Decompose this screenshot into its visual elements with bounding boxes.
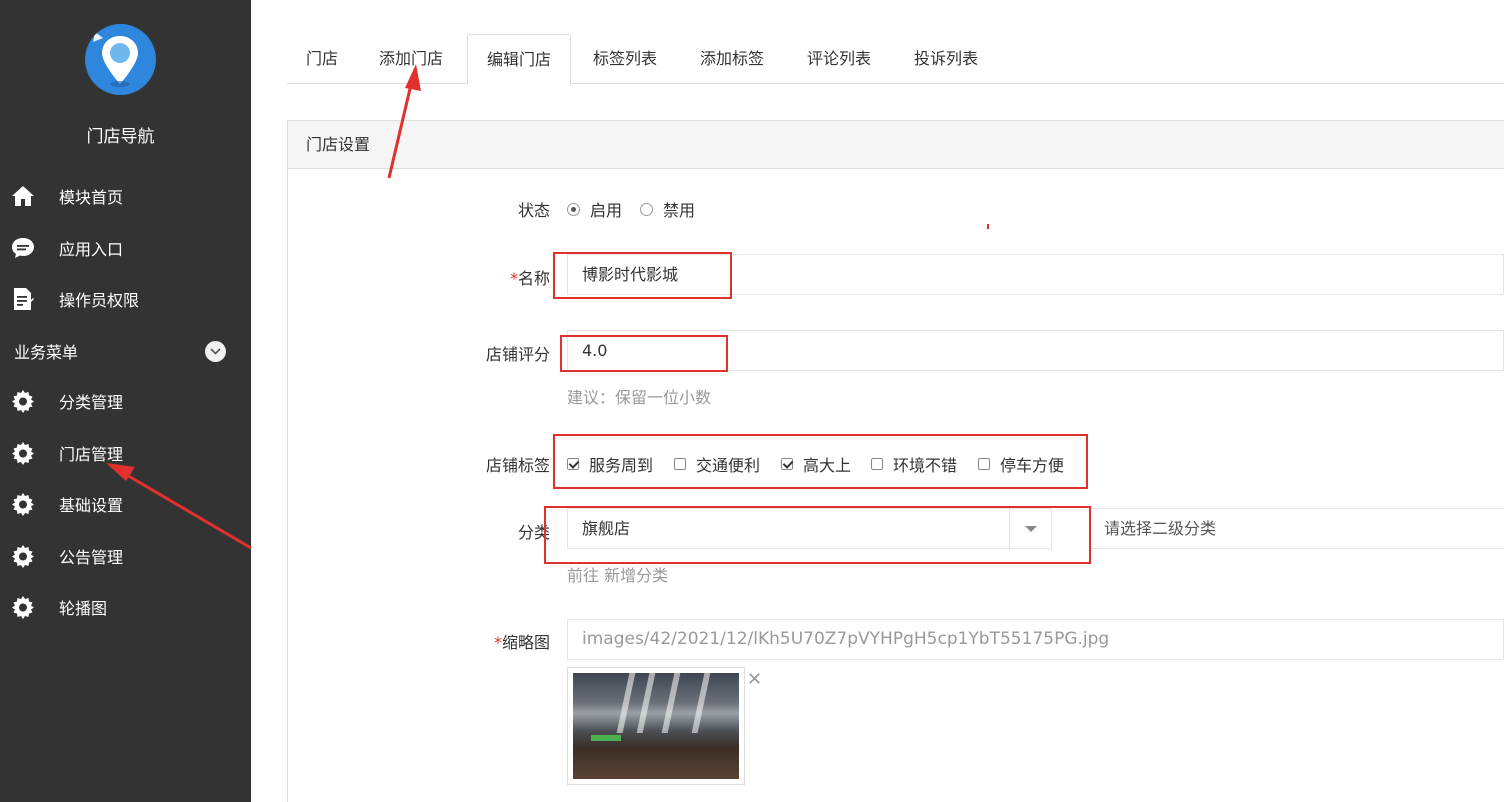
tab-complaint-list[interactable]: 投诉列表 (895, 34, 997, 84)
name-label: *名称 (509, 269, 550, 288)
tab-bar: 门店 添加门店 编辑门店 标签列表 添加标签 评论列表 投诉列表 (287, 34, 1504, 85)
business-menu-label: 业务菜单 (14, 343, 79, 362)
checkbox-label: 服务周到 (589, 456, 654, 475)
sidebar-item-app-entry[interactable]: 应用入口 (0, 228, 251, 268)
sidebar-item-module-home[interactable]: 模块首页 (0, 176, 251, 216)
add-category-link[interactable]: 新增分类 (604, 566, 668, 585)
tag-checkbox-upscale[interactable]: 高大上 (781, 452, 851, 476)
status-label: 状态 (517, 201, 550, 220)
thumbnail-label: *缩略图 (493, 633, 550, 652)
document-icon (10, 286, 36, 312)
checkbox-box (674, 458, 686, 470)
checkbox-box (567, 458, 579, 470)
radio-dot (640, 202, 653, 216)
dropdown-caret-icon (1009, 509, 1051, 548)
sidebar-item-label: 操作员权限 (59, 291, 140, 310)
subcategory-placeholder: 请选择二级分类 (1104, 519, 1217, 538)
sidebar-item-label: 轮播图 (59, 599, 108, 618)
checkbox-box (871, 458, 883, 470)
checkbox-label: 环境不错 (893, 456, 958, 475)
chevron-down-icon[interactable] (205, 341, 226, 362)
sidebar-item-label: 公告管理 (59, 548, 124, 567)
tag-checkbox-environment[interactable]: 环境不错 (871, 452, 957, 476)
checkbox-box (978, 458, 990, 470)
sidebar-item-label: 基础设置 (59, 496, 124, 515)
checkbox-label: 高大上 (803, 456, 852, 475)
chat-icon (10, 235, 36, 261)
radio-label: 启用 (590, 201, 623, 220)
home-icon (10, 183, 36, 209)
sidebar-item-carousel[interactable]: 轮播图 (0, 587, 251, 627)
sidebar-item-operator-permissions[interactable]: 操作员权限 (0, 279, 251, 319)
checkbox-label: 交通便利 (696, 456, 761, 475)
rating-input[interactable]: 4.0 (567, 330, 1504, 371)
thumbnail-path-input[interactable]: images/42/2021/12/lKh5U70Z7pVYHPgH5cp1Yb… (567, 619, 1504, 660)
tag-checkbox-parking[interactable]: 停车方便 (978, 452, 1064, 476)
sidebar-item-label: 门店管理 (59, 445, 124, 464)
tab-review-list[interactable]: 评论列表 (788, 34, 890, 84)
name-input[interactable]: 博影时代影城 (567, 254, 1504, 295)
sidebar-item-announcement-management[interactable]: 公告管理 (0, 536, 251, 576)
tab-tag-list[interactable]: 标签列表 (574, 34, 676, 84)
sidebar-item-label: 分类管理 (59, 393, 124, 412)
gear-icon (10, 594, 36, 620)
tab-edit-store[interactable]: 编辑门店 (467, 34, 572, 85)
category-select[interactable]: 旗舰店 (567, 508, 1052, 549)
tab-stores[interactable]: 门店 (287, 34, 357, 84)
gear-icon (10, 491, 36, 517)
sidebar-item-label: 模块首页 (59, 188, 124, 207)
rating-hint: 建议：保留一位小数 (567, 388, 712, 407)
checkbox-box (781, 458, 793, 470)
remove-thumbnail-icon[interactable]: ✕ (747, 669, 762, 690)
stray-mark (987, 224, 989, 229)
thumbnail-preview (567, 667, 745, 785)
cinema-lobby-image (573, 673, 739, 779)
tag-checkbox-transport[interactable]: 交通便利 (674, 452, 760, 476)
sidebar-item-category-management[interactable]: 分类管理 (0, 381, 251, 421)
business-menu-header[interactable]: 业务菜单 (0, 331, 251, 371)
subcategory-select[interactable]: 请选择二级分类 (1089, 508, 1504, 549)
radio-dot (567, 202, 580, 216)
gear-icon (10, 543, 36, 569)
radio-label: 禁用 (663, 201, 696, 220)
tab-add-store[interactable]: 添加门店 (360, 34, 462, 84)
sidebar: 门店导航 模块首页 应用入口 操作员权限 业务菜单 分类管理 门店管理 基础设置… (0, 0, 251, 802)
rating-label: 店铺评分 (485, 345, 550, 364)
map-pin-logo-icon (85, 24, 156, 95)
tab-add-tag[interactable]: 添加标签 (681, 34, 783, 84)
sidebar-item-basic-settings[interactable]: 基础设置 (0, 484, 251, 524)
gear-icon (10, 388, 36, 414)
checkbox-label: 停车方便 (1000, 456, 1065, 475)
gear-icon (10, 440, 36, 466)
category-label: 分类 (517, 523, 550, 542)
status-enabled-radio[interactable]: 启用 (567, 197, 622, 221)
sidebar-item-store-management[interactable]: 门店管理 (0, 433, 251, 473)
panel-title: 门店设置 (288, 121, 1504, 169)
category-select-value: 旗舰店 (582, 519, 631, 538)
brand-title: 门店导航 (86, 127, 155, 147)
status-disabled-radio[interactable]: 禁用 (640, 197, 695, 221)
category-link-hint: 前往 新增分类 (567, 566, 669, 585)
sidebar-item-label: 应用入口 (59, 240, 124, 259)
tags-label: 店铺标签 (485, 456, 550, 475)
tag-checkbox-service[interactable]: 服务周到 (567, 452, 653, 476)
